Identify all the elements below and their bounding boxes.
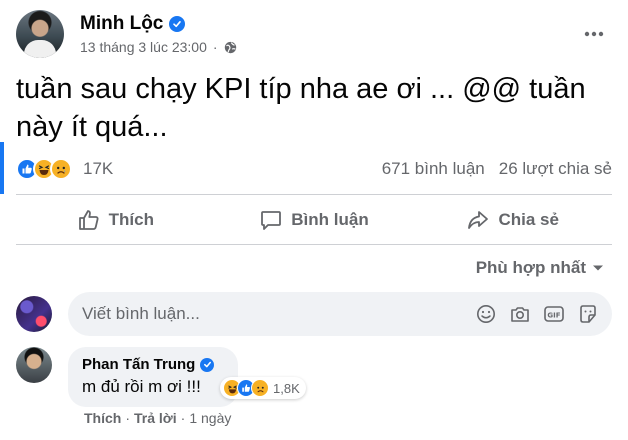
author-avatar[interactable]: [16, 10, 64, 58]
comment-time[interactable]: 1 ngày: [189, 410, 231, 426]
commenter-avatar[interactable]: [16, 347, 52, 383]
meta-separator: ·: [212, 39, 218, 55]
comment-composer: Viết bình luận... GIF: [16, 292, 612, 336]
reaction-count[interactable]: 17K: [83, 159, 113, 179]
verified-badge-icon: [200, 357, 215, 372]
share-button[interactable]: Chia sẻ: [413, 198, 612, 242]
commenter-name[interactable]: Phan Tấn Trung: [82, 356, 195, 373]
reactions-summary: 17K 671 bình luận 26 lượt chia sẻ: [16, 152, 612, 186]
post-timestamp[interactable]: 13 tháng 3 lúc 23:00: [80, 39, 207, 55]
author-name[interactable]: Minh Lộc: [80, 13, 163, 35]
reaction-stack[interactable]: [16, 158, 72, 180]
comment-placeholder: Viết bình luận...: [82, 304, 200, 323]
verified-badge-icon: [169, 16, 186, 32]
comment-input[interactable]: Viết bình luận... GIF: [68, 292, 612, 336]
like-label: Thích: [108, 210, 154, 229]
share-count-link[interactable]: 26 lượt chia sẻ: [499, 159, 612, 179]
comment-action-separator: ·: [180, 410, 186, 426]
comment-item: Phan Tấn Trung m đủ rồi m ơi !!! 1,8K: [16, 347, 612, 407]
sad-icon: [251, 379, 269, 397]
comment-bubble-wrap: Phan Tấn Trung m đủ rồi m ơi !!! 1,8K: [68, 347, 306, 407]
divider-top: [16, 194, 612, 195]
comment-count-link[interactable]: 671 bình luận: [382, 159, 485, 179]
comment-reactions[interactable]: 1,8K: [220, 377, 306, 399]
caret-down-icon: [593, 265, 603, 271]
composer-icons: GIF: [474, 302, 600, 326]
post-focus-accent: [0, 142, 4, 194]
comment-text: m đủ rồi m ơi !!!: [82, 377, 201, 396]
emoji-icon[interactable]: [474, 302, 498, 326]
divider-bottom: [16, 244, 612, 245]
comment-reaction-count: 1,8K: [273, 380, 300, 396]
sad-icon: [50, 158, 72, 180]
current-user-avatar[interactable]: [16, 296, 52, 332]
comment-bubble-icon: [261, 211, 282, 230]
commenter-row: Phan Tấn Trung: [82, 356, 224, 373]
share-label: Chia sẻ: [498, 210, 559, 229]
globe-icon: [224, 41, 236, 53]
post-header: Minh Lộc 13 tháng 3 lúc 23:00 ·: [16, 8, 612, 60]
author-row: Minh Lộc: [80, 13, 237, 35]
post-meta: 13 tháng 3 lúc 23:00 ·: [80, 39, 237, 55]
post-text: tuần sau chạy KPI típ nha ae ơi ... @@ t…: [16, 73, 586, 143]
author-block: Minh Lộc 13 tháng 3 lúc 23:00 ·: [80, 13, 237, 55]
comment-reply-button[interactable]: Trả lời: [134, 410, 177, 426]
comment-bubble: Phan Tấn Trung m đủ rồi m ơi !!!: [68, 347, 238, 407]
sticker-icon[interactable]: [576, 302, 600, 326]
comment-sort-dropdown[interactable]: Phù hợp nhất: [476, 258, 604, 278]
like-button[interactable]: Thích: [16, 198, 215, 242]
share-arrow-icon: [468, 211, 489, 229]
comment-actions: Thích · Trả lời · 1 ngày: [84, 410, 231, 426]
comment-button[interactable]: Bình luận: [215, 198, 414, 242]
camera-icon[interactable]: [508, 302, 532, 326]
comment-like-button[interactable]: Thích: [84, 410, 121, 426]
engagement-stats: 671 bình luận 26 lượt chia sẻ: [382, 159, 612, 179]
more-dots-icon: [584, 31, 604, 37]
thumbs-up-icon: [78, 210, 99, 230]
comment-action-separator: ·: [125, 410, 131, 426]
svg-text:GIF: GIF: [547, 312, 560, 320]
sort-label: Phù hợp nhất: [475, 258, 586, 277]
post-action-bar: Thích Bình luận Chia sẻ: [16, 198, 612, 242]
more-options-button[interactable]: [576, 16, 612, 52]
gif-icon[interactable]: GIF: [542, 302, 566, 326]
comment-label: Bình luận: [291, 210, 369, 229]
